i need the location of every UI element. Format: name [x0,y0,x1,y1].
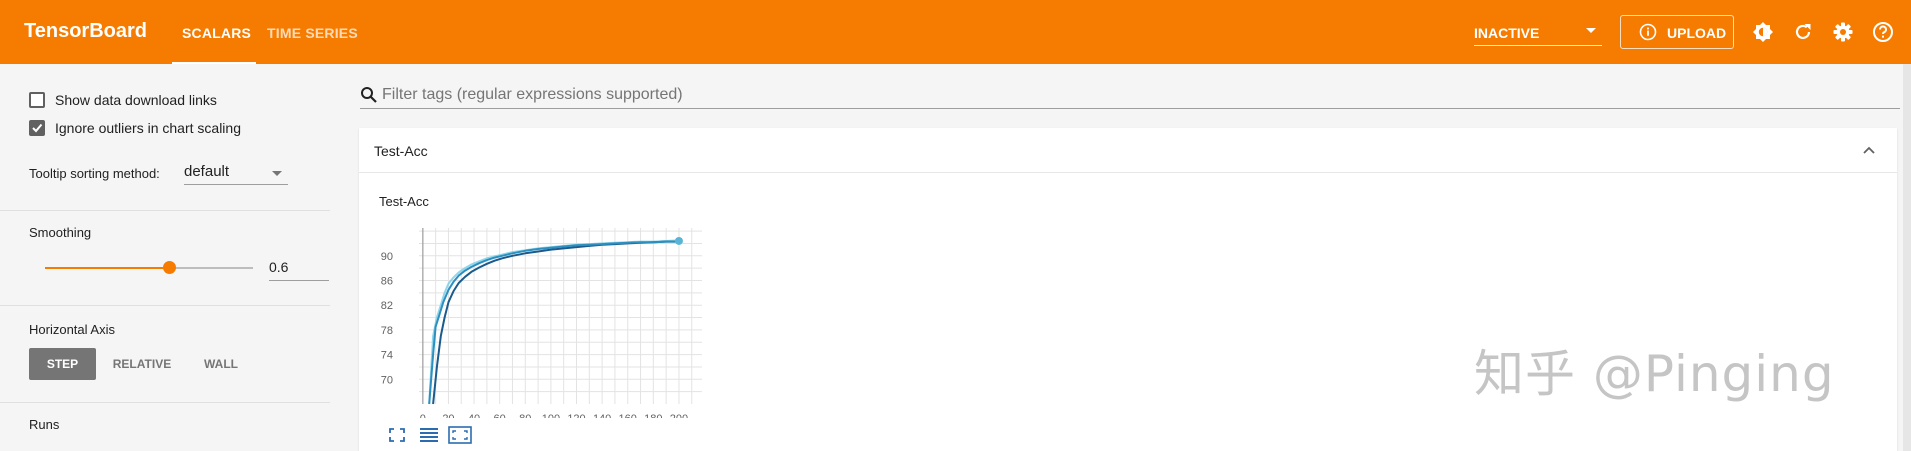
settings-icon[interactable] [1832,21,1854,43]
y-tick-label: 78 [381,325,393,337]
y-tick-label: 70 [381,374,393,386]
chevron-down-icon [1586,28,1596,33]
smoothing-slider-thumb[interactable] [163,261,177,274]
runs-label: Runs [29,417,60,432]
upload-button[interactable]: UPLOAD [1620,15,1734,49]
fit-domain-icon[interactable] [387,426,407,444]
series-endpoint-marker [674,236,683,245]
y-tick-label: 86 [381,275,393,287]
divider [0,210,330,211]
y-tick-label: 82 [381,300,393,312]
x-tick-label: 120 [567,413,585,418]
watermark-logo: 知乎 @Pinging [1474,345,1835,403]
tooltip-sorting-value: default [184,163,230,180]
x-tick-label: 180 [644,413,662,418]
run-state-select-value: INACTIVE [1474,25,1540,41]
x-tick-label: 160 [619,413,637,418]
top-app-bar: TensorBoard SCALARS TIME SERIES INACTIVE… [0,0,1911,64]
axis-wall-button[interactable]: WALL [190,348,252,380]
horizontal-axis-label: Horizontal Axis [29,322,115,337]
smoothing-slider-fill [45,267,170,269]
divider [0,305,330,306]
tab-time-series[interactable]: TIME SERIES [267,25,358,41]
x-tick-label: 60 [494,413,506,418]
check-icon [32,123,43,133]
tag-filter[interactable] [360,84,1900,109]
x-tick-label: 200 [670,413,688,418]
x-tick-label: 40 [468,413,480,418]
run-state-select[interactable]: INACTIVE [1474,21,1602,46]
y-tick-label: 74 [381,350,393,362]
x-tick-label: 0 [420,413,426,418]
help-icon[interactable] [1872,21,1894,43]
test-acc-chart[interactable]: 70 74 78 82 86 90 0 20 40 60 80 100 120 140 160 180 200 [369,218,729,418]
app-brand: TensorBoard [24,20,147,42]
checkbox-label: Ignore outliers in chart scaling [55,120,241,136]
refresh-icon[interactable] [1792,21,1814,43]
checkbox-box[interactable] [29,120,45,136]
divider [0,402,330,403]
tooltip-sorting-select[interactable]: default [184,162,288,185]
search-icon [361,87,377,103]
fit-to-data-icon[interactable] [448,426,472,444]
tooltip-sorting-label: Tooltip sorting method: [29,166,160,181]
x-tick-label: 80 [519,413,531,418]
axis-relative-button[interactable]: RELATIVE [104,348,180,380]
smoothing-input-value: 0.6 [269,259,289,275]
chart-title: Test-Acc [379,194,429,209]
x-tick-label: 20 [442,413,454,418]
tag-filter-input[interactable] [382,84,1882,106]
brightness-icon[interactable] [1752,21,1774,43]
tab-scalars[interactable]: SCALARS [182,25,251,41]
checkbox-label: Show data download links [55,92,217,108]
toggle-log-scale-icon[interactable] [419,426,439,444]
page-scrollbar[interactable] [1903,64,1911,451]
sidebar: Show data download links Ignore outliers… [0,64,330,451]
tag-card-title: Test-Acc [374,143,428,159]
info-icon [1639,23,1657,41]
upload-label: UPLOAD [1667,25,1727,41]
smoothing-input[interactable]: 0.6 [269,256,329,281]
axis-step-button[interactable]: STEP [29,348,96,380]
x-tick-label: 100 [542,413,560,418]
checkbox-box[interactable] [29,92,45,108]
y-tick-label: 90 [381,251,393,263]
tag-card-header[interactable]: Test-Acc [359,128,1897,173]
x-tick-label: 140 [593,413,611,418]
smoothing-label: Smoothing [29,225,92,240]
chevron-up-icon[interactable] [1861,142,1877,158]
chevron-down-icon [272,171,282,176]
